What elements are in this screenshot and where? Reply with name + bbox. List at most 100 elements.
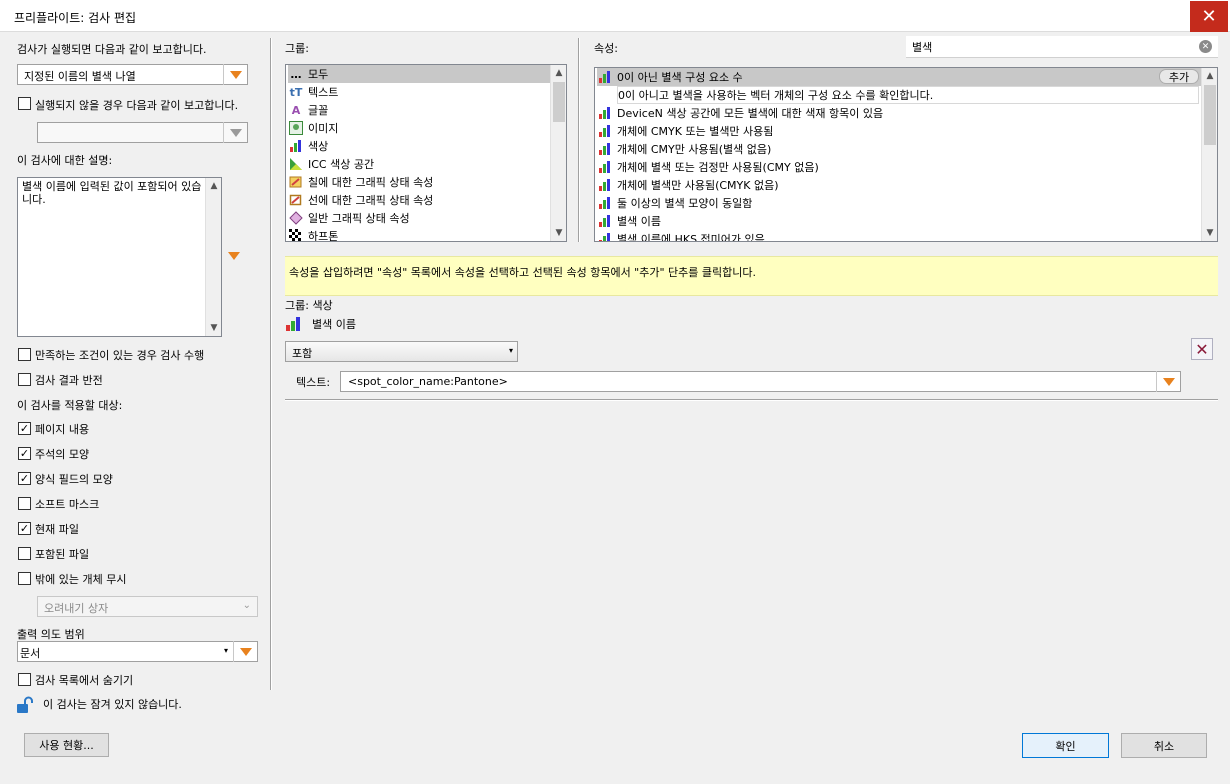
usage-button[interactable]: 사용 현황... [24, 733, 109, 757]
groups-list[interactable]: … 모두 tT 텍스트 A 글꼴 이미지 색상 ICC 색상 공간 칠에 대한 그래픽… [285, 64, 567, 242]
operator-select[interactable]: 포함 ▾ [285, 341, 518, 362]
property-item[interactable]: 0이 아닌 별색 구성 요소 수 [597, 68, 1201, 86]
group-item-graphic-state[interactable]: 일반 그래픽 상태 속성 [288, 209, 410, 227]
halftone-icon [288, 228, 304, 241]
run-if-satisfied-checkbox[interactable] [18, 348, 31, 361]
group-item-label: 모두 [308, 68, 329, 81]
title-bar [0, 0, 1230, 32]
hint-text: 속성을 삽입하려면 "속성" 목록에서 속성을 선택하고 선택된 속성 항목에서… [289, 266, 756, 279]
property-item[interactable]: 개체에 CMY만 사용됨(별색 없음) [597, 140, 771, 158]
add-property-button[interactable]: 추가 [1159, 69, 1199, 84]
color-icon [285, 316, 301, 332]
apply-item-label: 양식 필드의 모양 [35, 473, 113, 486]
scroll-thumb[interactable] [1204, 85, 1216, 145]
apply-checkbox[interactable]: ✓ [18, 422, 31, 435]
not-run-select[interactable] [37, 122, 248, 143]
output-menu-icon[interactable] [233, 641, 257, 662]
scroll-thumb[interactable] [553, 82, 565, 122]
trim-box-select[interactable]: 오려내기 상자 ⌄ [37, 596, 258, 617]
hide-label: 검사 목록에서 숨기기 [35, 674, 134, 687]
properties-scrollbar[interactable]: ▲ ▼ [1201, 68, 1217, 241]
property-item-label: 0이 아닌 별색 구성 요소 수 [617, 71, 743, 84]
property-item[interactable]: DeviceN 색상 공간에 모든 별색에 대한 색재 항목이 있음 [597, 104, 883, 122]
text-icon: tT [289, 85, 303, 99]
group-item-label: 일반 그래픽 상태 속성 [308, 212, 410, 225]
divider [285, 399, 1218, 401]
invert-result-checkbox[interactable] [18, 373, 31, 386]
description-text: 별색 이름에 입력된 값이 포함되어 있습니다. [22, 180, 202, 206]
delete-condition-icon[interactable]: ✕ [1191, 338, 1213, 360]
property-item[interactable]: 별색 이름에 HKS 접미어가 있음 [597, 230, 765, 241]
color-icon [597, 159, 613, 175]
apply-checkbox[interactable]: ✓ [18, 447, 31, 460]
group-item-image[interactable]: 이미지 [288, 119, 338, 137]
group-item-all[interactable]: … 모두 [288, 65, 550, 83]
group-item-icc[interactable]: ICC 색상 공간 [288, 155, 374, 173]
group-item-label: 색상 [308, 140, 329, 153]
condition-group-label: 그룹: 색상 [285, 299, 333, 312]
group-item-text[interactable]: tT 텍스트 [288, 83, 339, 101]
cancel-button[interactable]: 취소 [1121, 733, 1207, 758]
property-item-label: 개체에 CMYK 또는 별색만 사용됨 [617, 125, 774, 138]
chevron-down-icon[interactable] [223, 122, 247, 143]
group-item-label: 칠에 대한 그래픽 상태 속성 [308, 176, 434, 189]
group-item-font[interactable]: A 글꼴 [288, 101, 329, 119]
clear-search-icon[interactable]: ✕ [1199, 40, 1212, 53]
chevron-down-icon[interactable] [223, 64, 247, 85]
group-item-label: 하프톤 [308, 230, 339, 242]
report-select[interactable]: 지정된 이름의 별색 나열 [17, 64, 248, 85]
hide-checkbox[interactable] [18, 673, 31, 686]
close-button[interactable]: ✕ [1190, 1, 1228, 32]
scroll-down-icon[interactable]: ▼ [206, 320, 222, 336]
group-item-color[interactable]: 색상 [288, 137, 328, 155]
scroll-down-icon[interactable]: ▼ [1202, 225, 1217, 241]
property-item[interactable]: 개체에 CMYK 또는 별색만 사용됨 [597, 122, 773, 140]
property-search-input[interactable]: 별색 ✕ [906, 36, 1218, 58]
unlock-icon[interactable] [16, 696, 34, 714]
stroke-icon [288, 192, 304, 208]
text-value-menu-icon[interactable] [1156, 371, 1180, 392]
description-menu-icon[interactable] [228, 252, 240, 260]
ok-button[interactable]: 확인 [1022, 733, 1109, 758]
graphic-state-icon [288, 210, 304, 226]
divider [270, 38, 272, 690]
color-icon [597, 231, 613, 241]
scroll-up-icon[interactable]: ▲ [206, 178, 222, 194]
output-intent-value: 문서 [20, 647, 41, 660]
apply-checkbox[interactable] [18, 572, 31, 585]
text-value: <spot_color_name:Pantone> [348, 375, 508, 388]
cancel-button-label: 취소 [1153, 739, 1175, 753]
property-item-label: 별색 이름 [617, 215, 661, 228]
fill-icon [288, 174, 304, 190]
group-item-halftone[interactable]: 하프톤 [288, 227, 339, 242]
scroll-up-icon[interactable]: ▲ [551, 65, 566, 81]
output-intent-select[interactable]: 문서 ▾ [17, 641, 258, 662]
description-label: 이 검사에 대한 설명: [17, 154, 113, 167]
groups-scrollbar[interactable]: ▲ ▼ [550, 65, 566, 241]
property-item[interactable]: 개체에 별색만 사용됨(CMYK 없음) [597, 176, 779, 194]
color-icon [597, 123, 613, 139]
image-icon [288, 120, 304, 136]
group-item-label: 선에 대한 그래픽 상태 속성 [308, 194, 434, 207]
property-item[interactable]: 개체에 별색 또는 검정만 사용됨(CMY 없음) [597, 158, 819, 176]
color-icon [597, 105, 613, 121]
usage-button-label: 사용 현황... [39, 739, 94, 752]
scroll-up-icon[interactable]: ▲ [1202, 68, 1217, 84]
description-textarea[interactable]: 별색 이름에 입력된 값이 포함되어 있습니다. ▲ ▼ [17, 177, 222, 337]
property-item-label: 개체에 CMY만 사용됨(별색 없음) [617, 143, 772, 156]
group-item-stroke-state[interactable]: 선에 대한 그래픽 상태 속성 [288, 191, 433, 209]
group-item-fill-state[interactable]: 칠에 대한 그래픽 상태 속성 [288, 173, 433, 191]
not-run-checkbox[interactable] [18, 97, 31, 110]
chevron-down-icon: ▾ [224, 646, 229, 655]
property-item[interactable]: 별색 이름 [597, 212, 661, 230]
apply-checkbox[interactable] [18, 497, 31, 510]
property-item[interactable]: 둘 이상의 별색 모양이 동일함 [597, 194, 752, 212]
properties-list[interactable]: 0이 아닌 별색 구성 요소 수 추가 0이 아니고 별색을 사용하는 벡터 개… [594, 67, 1218, 242]
text-value-input[interactable]: <spot_color_name:Pantone> [340, 371, 1181, 392]
groups-label: 그룹: [285, 42, 309, 55]
apply-checkbox[interactable]: ✓ [18, 472, 31, 485]
apply-checkbox[interactable]: ✓ [18, 522, 31, 535]
scroll-down-icon[interactable]: ▼ [551, 225, 566, 241]
apply-checkbox[interactable] [18, 547, 31, 560]
description-scrollbar[interactable]: ▲ ▼ [205, 178, 221, 336]
